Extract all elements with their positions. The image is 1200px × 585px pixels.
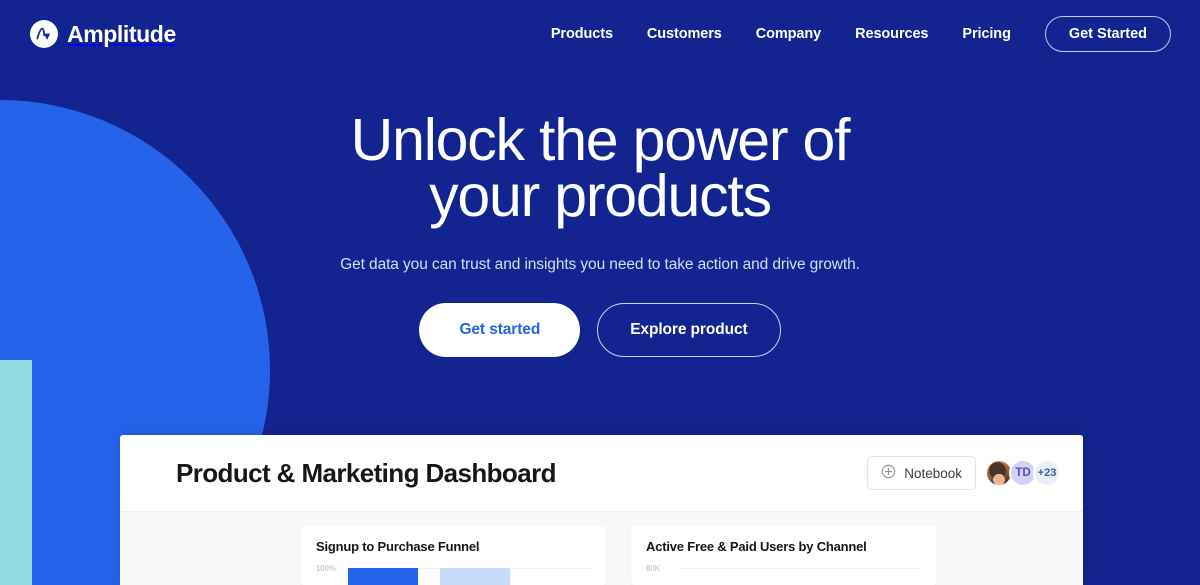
explore-product-button[interactable]: Explore product (597, 303, 781, 357)
widget-active-users-by-channel[interactable]: Active Free & Paid Users by Channel 80K (631, 526, 936, 585)
plus-circle-icon (881, 464, 896, 482)
site-header: Amplitude Products Customers Company Res… (0, 0, 1200, 68)
widget-signup-to-purchase-funnel[interactable]: Signup to Purchase Funnel 100% (301, 526, 606, 585)
nav-item-products[interactable]: Products (534, 26, 630, 42)
get-started-nav-button[interactable]: Get Started (1044, 16, 1171, 52)
nav-item-resources[interactable]: Resources (838, 26, 945, 42)
bar (348, 568, 418, 585)
gridline (678, 568, 921, 569)
nav-item-customers[interactable]: Customers (630, 26, 739, 42)
bar (440, 568, 510, 585)
dashboard-title: Product & Marketing Dashboard (176, 457, 556, 488)
amplitude-logo-icon (30, 20, 58, 48)
notebook-button[interactable]: Notebook (867, 456, 976, 490)
bar-group (348, 568, 510, 585)
main-navigation: Products Customers Company Resources Pri… (534, 16, 1171, 52)
widget-title: Signup to Purchase Funnel (316, 539, 480, 554)
avatar-overflow-count[interactable]: +23 (1033, 459, 1061, 487)
logo-link[interactable]: Amplitude (30, 20, 176, 48)
y-axis-tick-label: 80K (646, 564, 661, 573)
notebook-button-label: Notebook (904, 465, 962, 481)
channel-chart: 80K (646, 564, 921, 585)
get-started-button[interactable]: Get started (419, 303, 581, 357)
funnel-chart: 100% (316, 564, 591, 585)
teal-rectangle-shape (0, 360, 32, 585)
nav-item-pricing[interactable]: Pricing (945, 26, 1027, 42)
y-axis-tick-label: 100% (316, 564, 336, 573)
hero-title: Unlock the power of your products (350, 107, 851, 229)
dashboard-preview-card: Product & Marketing Dashboard Notebook T… (120, 435, 1083, 585)
dashboard-header-actions: Notebook TD +23 (867, 456, 1061, 490)
hero-subtitle: Get data you can trust and insights you … (340, 256, 860, 273)
chart-axis-row: 80K (646, 564, 921, 573)
hero-cta-group: Get started Explore product (0, 303, 1200, 357)
logo-wordmark: Amplitude (67, 20, 176, 47)
nav-item-company[interactable]: Company (739, 26, 838, 42)
dashboard-header: Product & Marketing Dashboard Notebook T… (120, 435, 1083, 512)
widget-title: Active Free & Paid Users by Channel (646, 539, 867, 554)
dashboard-body: Signup to Purchase Funnel 100% Active Fr… (120, 512, 1083, 585)
